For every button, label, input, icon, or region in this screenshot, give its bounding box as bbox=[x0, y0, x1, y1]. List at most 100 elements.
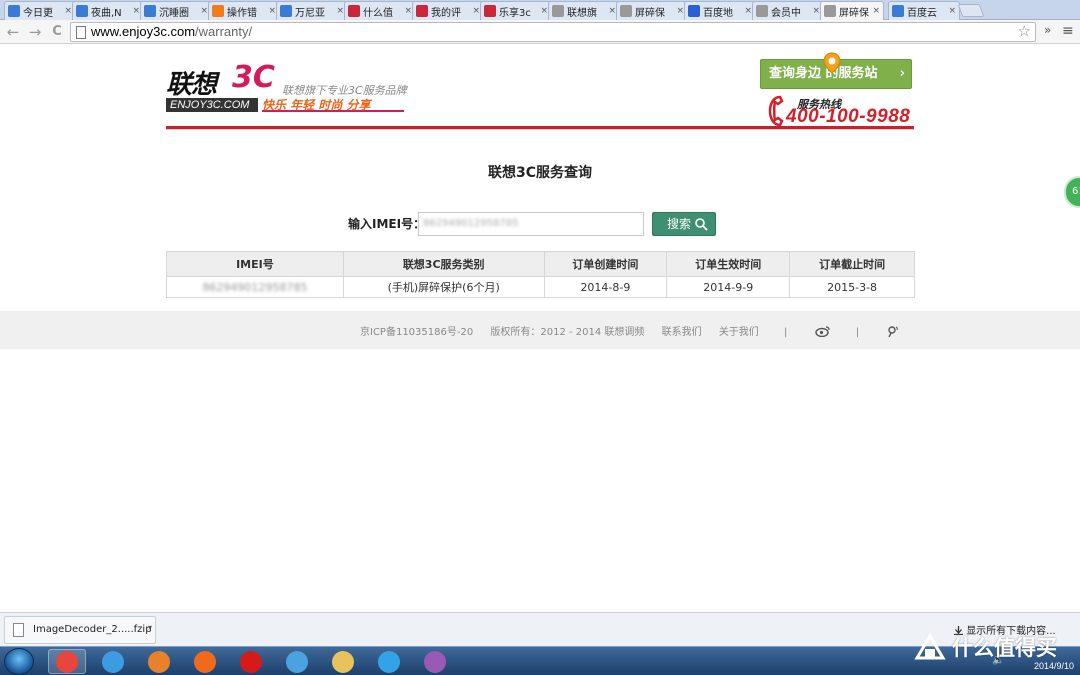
tab-close-icon[interactable]: × bbox=[608, 6, 616, 16]
mi-icon-glyph bbox=[194, 650, 216, 673]
column-header-service-type: 联想3C服务类别 bbox=[342, 251, 545, 277]
picasa-icon[interactable] bbox=[416, 649, 454, 674]
about-link[interactable]: 关于我们 bbox=[719, 327, 759, 338]
chevron-right-icon: › bbox=[899, 66, 905, 81]
logo-3c: 3C bbox=[232, 60, 275, 95]
nearby-service-station-button[interactable]: 查询身边 的服务站 › bbox=[760, 52, 912, 89]
tab-7[interactable]: 乐享3c × bbox=[480, 1, 552, 20]
favicon-icon bbox=[76, 5, 88, 17]
tab-11[interactable]: 会员中 × bbox=[752, 1, 824, 20]
fox-icon[interactable] bbox=[140, 649, 178, 674]
new-tab-button[interactable] bbox=[957, 4, 985, 17]
tab-label: 百度地 bbox=[703, 7, 733, 19]
column-header-imei: IMEI号 bbox=[166, 251, 344, 277]
site-footer: 京ICP备11035186号-20 版权所有：2012 - 2014 联想调频 … bbox=[0, 311, 1080, 349]
tab-close-icon[interactable]: × bbox=[64, 6, 72, 16]
footer-separator-2: | bbox=[855, 327, 860, 338]
column-header-created: 订单创建时间 bbox=[543, 251, 668, 277]
table-row: 862949012958785 (手机)屏碎保护(6个月) 2014-8-9 2… bbox=[166, 276, 915, 298]
tab-6[interactable]: 我的评 × bbox=[412, 1, 484, 20]
tab-1[interactable]: 夜曲,N × bbox=[72, 1, 144, 20]
tab-close-icon[interactable]: × bbox=[472, 6, 480, 16]
opera-icon[interactable] bbox=[232, 649, 270, 674]
tab-close-icon[interactable]: × bbox=[268, 6, 276, 16]
tab-close-icon[interactable]: × bbox=[872, 6, 880, 16]
favicon-icon bbox=[688, 5, 700, 17]
plane-icon[interactable] bbox=[278, 649, 316, 674]
logo-tagline: 快乐 年轻 时尚 分享 bbox=[262, 98, 404, 112]
favicon-icon bbox=[484, 5, 496, 17]
qq-icon[interactable] bbox=[370, 649, 408, 674]
tab-label: 我的评 bbox=[431, 7, 461, 19]
tab-close-icon[interactable]: × bbox=[948, 6, 956, 16]
tab-0[interactable]: 今日更 × bbox=[4, 1, 76, 20]
tab-9[interactable]: 屏碎保 × bbox=[616, 1, 688, 20]
tab-2[interactable]: 沉睡圈 × bbox=[140, 1, 212, 20]
fox-icon-glyph bbox=[148, 650, 170, 673]
cell-imei: 862949012958785 bbox=[166, 276, 344, 298]
tab-label: 会员中 bbox=[771, 7, 801, 19]
download-item[interactable]: ImageDecoder_2.....fzip ▾ bbox=[4, 616, 156, 644]
cell-effective: 2014-9-9 bbox=[666, 276, 791, 298]
search-button[interactable]: 搜索 bbox=[652, 212, 716, 236]
dropdown-arrow-icon[interactable]: ▾ bbox=[148, 623, 152, 632]
tab-close-icon[interactable]: × bbox=[744, 6, 752, 16]
tencent-weibo-icon[interactable] bbox=[886, 325, 902, 337]
tab-4[interactable]: 万尼亚 × bbox=[276, 1, 348, 20]
tab-close-icon[interactable]: × bbox=[540, 6, 548, 16]
tab-close-icon[interactable]: × bbox=[812, 6, 820, 16]
tab-label: 什么值 bbox=[363, 7, 393, 19]
download-filename: ImageDecoder_2.....fzip bbox=[33, 624, 152, 635]
tab-close-icon[interactable]: × bbox=[336, 6, 344, 16]
tab-label: 操作错 bbox=[227, 7, 257, 19]
weibo-icon[interactable] bbox=[814, 325, 831, 337]
table-header-row: IMEI号 联想3C服务类别 订单创建时间 订单生效时间 订单截止时间 bbox=[166, 251, 915, 277]
address-bar[interactable]: www.enjoy3c.com/warranty/ ☆ bbox=[70, 22, 1036, 42]
favicon-icon bbox=[144, 5, 156, 17]
page-icon bbox=[76, 26, 86, 39]
start-button[interactable] bbox=[4, 648, 34, 675]
tab-5[interactable]: 什么值 × bbox=[344, 1, 416, 20]
logo-subtitle: 联想旗下专业3C服务品牌 bbox=[282, 84, 407, 97]
tab-close-icon[interactable]: × bbox=[132, 6, 140, 16]
site-logo[interactable]: 联想 3C 联想旗下专业3C服务品牌 ENJOY3C.COM 快乐 年轻 时尚 … bbox=[166, 60, 407, 114]
menu-icon[interactable]: ≡ bbox=[1062, 23, 1074, 39]
favicon-icon bbox=[416, 5, 428, 17]
back-button[interactable]: ← bbox=[4, 23, 22, 41]
floating-badge[interactable]: 61 bbox=[1064, 176, 1080, 208]
search-button-label: 搜索 bbox=[667, 217, 692, 231]
tab-3[interactable]: 操作错 × bbox=[208, 1, 280, 20]
logo-text: 联想 bbox=[166, 70, 217, 100]
search-icon bbox=[695, 218, 708, 231]
baidu-cloud-icon[interactable] bbox=[94, 649, 132, 674]
mi-icon[interactable] bbox=[186, 649, 224, 674]
extensions-overflow-icon[interactable]: » bbox=[1044, 23, 1051, 37]
folder-icon[interactable] bbox=[324, 649, 362, 674]
file-icon bbox=[13, 623, 24, 637]
tab-close-icon[interactable]: × bbox=[200, 6, 208, 16]
tab-12[interactable]: 屏碎保 × bbox=[820, 1, 884, 20]
tab-13[interactable]: 百度云 × bbox=[888, 1, 960, 20]
tab-close-icon[interactable]: × bbox=[676, 6, 684, 16]
imei-input-value: 862949012958785 bbox=[423, 218, 519, 229]
tab-8[interactable]: 联想旗 × bbox=[548, 1, 620, 20]
cell-service-type: (手机)屏碎保护(6个月) bbox=[342, 276, 545, 298]
chrome-icon[interactable] bbox=[48, 649, 86, 674]
footer-separator: | bbox=[784, 327, 788, 338]
hotline-number: 400-100-9988 bbox=[786, 106, 911, 127]
forward-button[interactable]: → bbox=[26, 23, 44, 41]
contact-link[interactable]: 联系我们 bbox=[662, 327, 702, 338]
chrome-icon-glyph bbox=[56, 650, 78, 673]
tab-close-icon[interactable]: × bbox=[404, 6, 412, 16]
reload-button[interactable]: C bbox=[48, 23, 66, 41]
tab-label: 乐享3c bbox=[499, 7, 531, 19]
url-text: www.enjoy3c.com/warranty/ bbox=[91, 24, 253, 39]
imei-input[interactable]: 862949012958785 bbox=[418, 212, 644, 236]
column-header-expires: 订单截止时间 bbox=[789, 251, 915, 277]
column-header-effective: 订单生效时间 bbox=[666, 251, 791, 277]
bookmark-star-icon[interactable]: ☆ bbox=[1018, 22, 1031, 40]
browser-toolbar: ← → C www.enjoy3c.com/warranty/ ☆ » ≡ bbox=[0, 20, 1080, 44]
tab-10[interactable]: 百度地 × bbox=[684, 1, 756, 20]
favicon-icon bbox=[348, 5, 360, 17]
page-title: 联想3C服务查询 bbox=[487, 165, 592, 181]
